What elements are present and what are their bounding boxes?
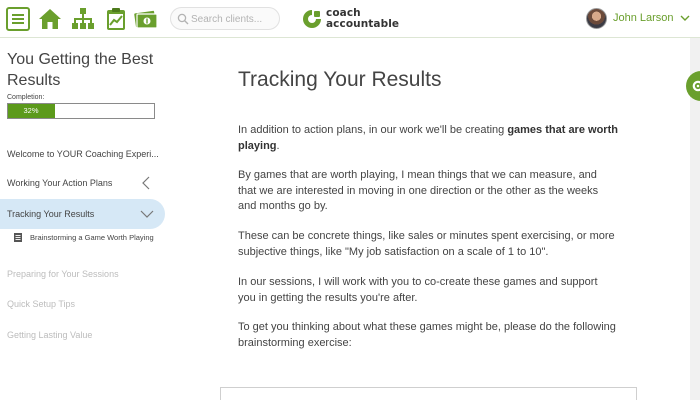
completion-label: Completion: [7,94,45,101]
sidebar-item-action-plans[interactable]: Working Your Action Plans [0,176,170,192]
coach-accountable-logo[interactable]: coach accountable [302,8,412,32]
paragraph-games-definition: By games that are worth playing, I mean … [238,169,599,212]
chevron-left-icon[interactable] [140,176,154,190]
sidebar-item-label: Tracking Your Results [7,209,95,219]
user-name: John Larson [613,12,674,24]
top-bar: coach accountable John Larson [0,0,700,38]
course-sidebar: You Getting the Best Results Completion:… [0,38,170,400]
paragraph-intro: In addition to action plans, in our work… [238,124,618,152]
home-icon[interactable] [38,7,62,31]
money-icon[interactable] [134,7,158,31]
completion-progress-bar: 32% [7,103,155,119]
paragraph-sessions: In our sessions, I will work with you to… [238,276,598,304]
sidebar-item-label: Welcome to YOUR Coaching Experi... [7,149,159,159]
course-title: You Getting the Best Results [7,51,154,89]
avatar [586,8,607,29]
sidebar-item-label: Getting Lasting Value [7,330,93,340]
sidebar-item-welcome[interactable]: Welcome to YOUR Coaching Experi... [0,149,170,163]
search-box[interactable] [170,7,280,30]
sidebar-item-label: Working Your Action Plans [7,178,113,188]
search-icon [177,13,189,25]
hamburger-icon[interactable] [6,7,30,31]
paragraph-examples: These can be concrete things, like sales… [238,230,615,258]
org-chart-icon[interactable] [71,7,95,31]
paragraph-exercise-intro: To get you thinking about what these gam… [238,321,616,349]
brand-name: coach accountable [326,7,400,30]
chevron-down-icon[interactable] [140,207,154,221]
user-menu[interactable]: John Larson [586,8,698,30]
lesson-content: Tracking Your Results In addition to act… [170,38,690,400]
chevron-down-icon [680,15,690,21]
page-title: Tracking Your Results [238,68,442,91]
sidebar-item-quick-setup[interactable]: Quick Setup Tips [0,299,170,313]
sidebar-item-tracking-results[interactable]: Tracking Your Results [0,199,165,229]
sidebar-item-preparing-sessions[interactable]: Preparing for Your Sessions [0,269,170,283]
sidebar-item-lasting-value[interactable]: Getting Lasting Value [0,330,170,344]
sidebar-item-label: Quick Setup Tips [7,299,76,309]
sidebar-item-label: Preparing for Your Sessions [7,269,119,279]
logo-mark-icon [303,10,321,28]
progress-percent: 32% [23,106,39,115]
search-input[interactable] [191,11,277,27]
gear-icon [692,80,700,92]
document-icon [14,233,22,242]
exercise-form-box[interactable] [220,387,637,400]
clipboard-chart-icon[interactable] [104,7,128,31]
sidebar-subitem-label: Brainstorming a Game Worth Playing [30,233,154,242]
